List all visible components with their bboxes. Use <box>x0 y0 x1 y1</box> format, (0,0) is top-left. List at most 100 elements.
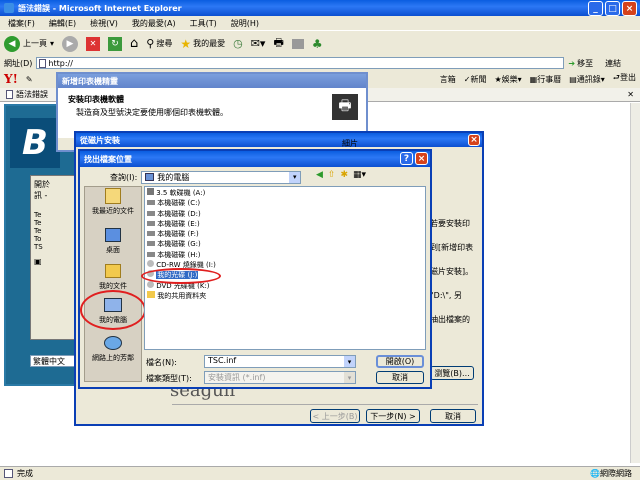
list-item[interactable]: 本機磁碟 (G:) <box>147 239 423 249</box>
ie-title-bar: 語法錯誤 - Microsoft Internet Explorer _ □ × <box>0 0 640 16</box>
menu-file[interactable]: 檔案(F) <box>8 18 35 29</box>
network-icon <box>104 336 122 350</box>
pencil-icon[interactable]: ✎ <box>26 75 33 84</box>
shared-folder-icon <box>147 290 155 298</box>
back-nav-icon[interactable]: ◀ <box>316 170 323 180</box>
chevron-down-icon: ▾ <box>344 372 355 383</box>
list-item[interactable]: 本機磁碟 (D:) <box>147 209 423 219</box>
menu-view[interactable]: 檢視(V) <box>90 18 118 29</box>
view-menu-icon[interactable]: ▦▾ <box>353 170 366 180</box>
help-button[interactable]: ? <box>400 152 413 165</box>
done-icon <box>4 469 13 478</box>
desktop-icon <box>105 228 121 242</box>
maximize-button[interactable]: □ <box>605 1 620 16</box>
filename-input[interactable]: TSC.inf ▾ <box>204 355 356 368</box>
menu-tools[interactable]: 工具(T) <box>190 18 217 29</box>
new-folder-icon[interactable]: ✱ <box>340 170 348 180</box>
bg-checkbox[interactable]: ▣ <box>34 257 71 266</box>
menu-edit[interactable]: 編輯(E) <box>49 18 76 29</box>
go-button[interactable]: ➔ 移至 <box>568 58 593 69</box>
list-item[interactable]: 3.5 軟碟機 (A:) <box>147 188 423 198</box>
chevron-down-icon: ▾ <box>344 356 355 367</box>
refresh-icon[interactable]: ↻ <box>108 36 123 51</box>
address-bar: 網址(D) http:// ➔ 移至 連結 <box>0 56 640 70</box>
favorites-button[interactable]: ★ 我的最愛 <box>180 37 225 51</box>
list-item[interactable]: 本機磁碟 (C:) <box>147 198 423 208</box>
yahoo-calendar[interactable]: ▦行事曆 <box>530 74 562 85</box>
chevron-down-icon: ▾ <box>289 171 301 183</box>
zone-indicator: 🌐網際網路 <box>590 469 632 478</box>
install-close-button[interactable]: × <box>468 134 480 146</box>
install-title-bar: 從磁片安裝 × <box>76 133 482 147</box>
place-recent[interactable]: 我最近的文件 <box>84 188 142 216</box>
open-button[interactable]: 開啟(O) <box>376 355 424 368</box>
back-step-button[interactable]: < 上一步(B) <box>310 409 360 423</box>
drive-icon <box>147 231 155 237</box>
filename-label: 檔名(N): <box>146 358 177 367</box>
filetype-label: 檔案類型(T): <box>146 374 192 383</box>
wizard-title-bar: 新增印表機精靈 <box>58 74 366 88</box>
bg-app-panel: 開於 訊 - Te Te Te To TS ▣ <box>30 175 75 340</box>
back-button[interactable]: ◀ 上一頁 ▾ <box>4 35 54 52</box>
wizard-subtitle: 製造商及型號決定要使用哪個印表機軟體。 <box>76 108 228 117</box>
install-cancel-button[interactable]: 取消 <box>430 409 476 423</box>
list-item[interactable]: 本機磁碟 (H:) <box>147 250 423 260</box>
edit-icon[interactable] <box>291 38 304 49</box>
documents-folder-icon <box>105 264 121 278</box>
tab-close-icon[interactable]: ✕ <box>627 90 634 99</box>
next-step-button[interactable]: 下一步(N) > <box>366 409 420 423</box>
address-input[interactable]: http:// <box>36 57 565 69</box>
toolbar: ◀ 上一頁 ▾ ▶ ✕ ↻ ⌂ ⚲ 搜尋 ★ 我的最愛 ◷ ✉▾ 🖶 ♣ <box>0 30 640 56</box>
star-icon: ★ <box>180 36 192 51</box>
place-my-documents[interactable]: 我的文件 <box>84 264 142 291</box>
ie-title: 語法錯誤 - Microsoft Internet Explorer <box>18 3 182 13</box>
locate-cancel-button[interactable]: 取消 <box>376 371 424 384</box>
yahoo-news[interactable]: ✓新聞 <box>464 74 487 85</box>
my-computer-highlight <box>80 290 146 330</box>
place-desktop[interactable]: 桌面 <box>84 228 142 255</box>
search-button[interactable]: ⚲ 搜尋 <box>146 37 172 50</box>
print-icon[interactable]: 🖶 <box>273 34 283 53</box>
wizard-heading: 安裝印表機軟體 <box>68 95 124 104</box>
doc-icon <box>6 90 13 99</box>
yahoo-logo-icon[interactable]: Y! <box>4 72 18 86</box>
up-folder-icon[interactable]: ⇧ <box>328 170 336 180</box>
messenger-icon[interactable]: ♣ <box>312 37 323 51</box>
scrollbar[interactable] <box>630 103 640 463</box>
yahoo-entertainment[interactable]: ★娛樂▾ <box>494 74 521 85</box>
browse-button[interactable]: 瀏覽(B)... <box>430 366 474 380</box>
selected-drive-highlight <box>141 268 221 284</box>
list-item[interactable]: 本機磁碟 (E:) <box>147 219 423 229</box>
locate-close-button[interactable]: × <box>415 152 428 165</box>
stop-icon[interactable]: ✕ <box>86 36 101 51</box>
look-in-dropdown[interactable]: 我的電腦 ▾ <box>141 170 302 184</box>
minimize-button[interactable]: _ <box>588 1 603 16</box>
yahoo-addressbook[interactable]: ▤通訊錄▾ <box>569 74 605 85</box>
cd-icon <box>147 260 154 268</box>
home-icon[interactable]: ⌂ <box>130 36 138 51</box>
ie-icon <box>4 3 14 13</box>
yahoo-partial[interactable]: 言箱 <box>440 74 456 85</box>
forward-button[interactable]: ▶ <box>62 35 79 52</box>
menu-help[interactable]: 說明(H) <box>231 18 259 29</box>
list-item[interactable]: 我的共用資料夾 <box>147 290 423 301</box>
look-in-row: 查詢(I): 我的電腦 ▾ <box>110 170 302 184</box>
close-button[interactable]: × <box>622 1 637 16</box>
links-label[interactable]: 連結 <box>605 58 621 69</box>
history-icon[interactable]: ◷ <box>233 37 243 50</box>
status-bar: 完成 🌐網際網路 <box>0 466 640 480</box>
mail-icon[interactable]: ✉▾ <box>251 37 266 50</box>
status-text: 完成 <box>17 469 33 478</box>
place-network[interactable]: 網路上的芳鄰 <box>84 336 142 363</box>
menu-favorites[interactable]: 我的最愛(A) <box>132 18 176 29</box>
computer-icon <box>145 173 155 181</box>
page-icon <box>39 58 47 68</box>
drive-icon <box>147 241 155 247</box>
floppy-icon <box>147 188 154 195</box>
bg-language-field[interactable]: 繁體中文 <box>30 355 80 367</box>
filetype-dropdown[interactable]: 安裝資訊 (*.inf) ▾ <box>204 371 356 384</box>
yahoo-signout[interactable]: ⮐登出 <box>613 72 636 86</box>
locate-title-bar: 找出檔案位置 ? × <box>80 151 430 167</box>
list-item[interactable]: 本機磁碟 (F:) <box>147 229 423 239</box>
nav-buttons: ◀ ⇧ ✱ ▦▾ <box>316 170 366 180</box>
